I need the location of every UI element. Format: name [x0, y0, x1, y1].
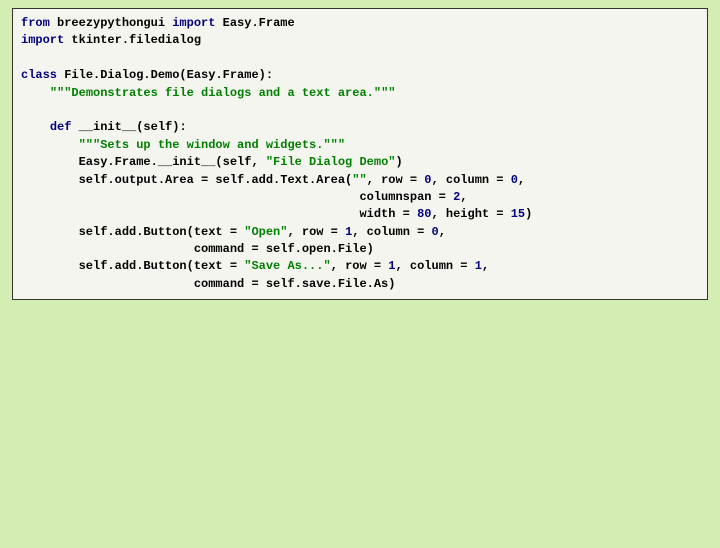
code-line: class File.Dialog.Demo(Easy.Frame): — [21, 68, 273, 82]
code-line: columnspan = 2, — [21, 190, 467, 204]
code-line: def __init__(self): — [21, 120, 187, 134]
code-line: width = 80, height = 15) — [21, 207, 532, 221]
code-line: command = self.save.File.As) — [21, 277, 395, 291]
code-line: Easy.Frame.__init__(self, "File Dialog D… — [21, 155, 403, 169]
code-line: command = self.open.File) — [21, 242, 374, 256]
code-line: self.add.Button(text = "Open", row = 1, … — [21, 225, 446, 239]
code-line: from breezypythongui import Easy.Frame — [21, 16, 295, 30]
code-line: """Sets up the window and widgets.""" — [21, 138, 345, 152]
code-line: self.add.Button(text = "Save As...", row… — [21, 259, 489, 273]
code-block: from breezypythongui import Easy.Frame i… — [12, 8, 708, 300]
code-line: self.output.Area = self.add.Text.Area(""… — [21, 173, 525, 187]
code-line: import tkinter.filedialog — [21, 33, 201, 47]
code-line: """Demonstrates file dialogs and a text … — [21, 86, 395, 100]
